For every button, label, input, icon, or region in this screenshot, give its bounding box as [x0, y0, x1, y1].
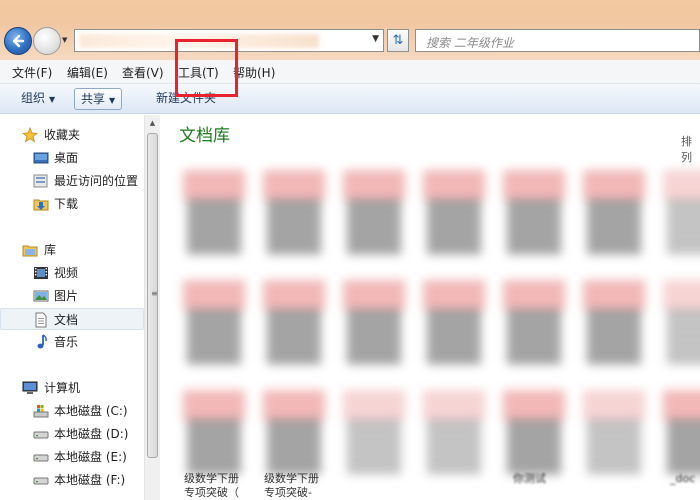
file-name-label: 级数学下册 专项突破（ [184, 472, 239, 499]
nav-pictures[interactable]: 图片 [0, 285, 144, 307]
file-name-label: _doc [670, 472, 696, 485]
library-title: 文档库 [179, 126, 230, 146]
system-drive-icon [33, 405, 49, 418]
file-thumbnail[interactable] [183, 390, 245, 480]
file-thumbnail[interactable] [183, 170, 245, 260]
nav-disk-f[interactable]: 本地磁盘 (F:) [0, 469, 144, 491]
file-thumbnail[interactable] [343, 280, 405, 370]
nav-disk-c-label: 本地磁盘 (C:) [54, 404, 128, 418]
file-name-label: 你测试 [513, 472, 546, 485]
nav-favorites-label: 收藏夹 [44, 128, 81, 142]
file-thumbnail[interactable] [503, 170, 565, 260]
file-thumbnail[interactable] [343, 390, 405, 480]
file-thumbnail[interactable] [663, 280, 700, 370]
arrange-by-label[interactable]: 排列 [681, 133, 700, 165]
file-thumbnail[interactable] [663, 170, 700, 260]
menu-view[interactable]: 查看(V) [122, 64, 164, 81]
nav-recent-label: 最近访问的位置 [54, 174, 139, 188]
file-thumbnail[interactable] [583, 170, 645, 260]
file-thumbnail[interactable] [503, 390, 565, 480]
file-name-label: 级数学下册 专项突破- [264, 472, 319, 499]
star-icon [22, 127, 38, 143]
nav-documents[interactable]: 文档 [0, 308, 144, 330]
chevron-down-icon: ▼ [109, 96, 116, 105]
back-arrow-icon [12, 34, 25, 48]
nav-downloads[interactable]: 下载 [0, 193, 144, 215]
nav-disk-c[interactable]: 本地磁盘 (C:) [0, 400, 144, 422]
nav-disk-d-label: 本地磁盘 (D:) [54, 427, 129, 441]
documents-icon [35, 312, 47, 328]
title-bar: ▼ ▼ ⇅ 搜索 二年级作业 [0, 0, 700, 60]
file-thumbnail[interactable] [423, 280, 485, 370]
nav-disk-e-label: 本地磁盘 (E:) [54, 450, 127, 464]
nav-music[interactable]: 音乐 [0, 331, 144, 353]
nav-computer[interactable]: 计算机 [0, 377, 144, 399]
nav-desktop[interactable]: 桌面 [0, 147, 144, 169]
refresh-icon: ⇅ [392, 33, 404, 48]
address-dropdown-icon[interactable]: ▼ [372, 34, 379, 44]
file-thumbnail[interactable] [503, 280, 565, 370]
music-icon [37, 334, 47, 349]
file-thumbnail[interactable] [263, 390, 325, 480]
nav-disk-e[interactable]: 本地磁盘 (E:) [0, 446, 144, 468]
nav-computer-label: 计算机 [44, 381, 81, 395]
search-input[interactable]: 搜索 二年级作业 [415, 29, 700, 52]
forward-button[interactable] [33, 27, 61, 55]
downloads-folder-icon [33, 199, 49, 211]
history-dropdown-icon[interactable]: ▼ [62, 36, 70, 44]
menu-file[interactable]: 文件(F) [12, 64, 52, 81]
menu-edit[interactable]: 编辑(E) [67, 64, 108, 81]
scroll-up-icon[interactable]: ▲ [145, 115, 160, 131]
file-thumbnail[interactable] [583, 280, 645, 370]
highlight-annotation [175, 39, 238, 97]
library-icon [22, 245, 38, 257]
nav-documents-label: 文档 [54, 313, 79, 327]
nav-pictures-label: 图片 [54, 289, 79, 303]
file-list-pane: 文档库 排列 级数学下册 专项突破（ 级数学下册 专项突破- 你测试 _doc [160, 115, 700, 500]
share-button[interactable]: 共享 ▼ [74, 88, 123, 110]
share-label: 共享 [81, 92, 106, 106]
menu-bar: 文件(F) 编辑(E) 查看(V) 工具(T) 帮助(H) [0, 60, 700, 84]
file-thumbnail[interactable] [423, 170, 485, 260]
organize-button[interactable]: 组织 ▼ [15, 88, 61, 110]
video-icon [34, 267, 48, 279]
nav-downloads-label: 下载 [54, 197, 79, 211]
scroll-grip-icon: ≡ [151, 289, 158, 298]
search-placeholder: 搜索 二年级作业 [426, 36, 514, 50]
nav-music-label: 音乐 [54, 335, 79, 349]
command-bar: 组织 ▼ 共享 ▼ 新建文件夹 [0, 84, 700, 114]
file-thumbnail[interactable] [583, 390, 645, 480]
drive-icon [33, 454, 49, 462]
nav-favorites[interactable]: 收藏夹 [0, 124, 144, 146]
nav-disk-f-label: 本地磁盘 (F:) [54, 473, 126, 487]
desktop-icon [33, 152, 49, 164]
file-thumbnail[interactable] [183, 280, 245, 370]
refresh-button[interactable]: ⇅ [387, 29, 409, 52]
nav-videos[interactable]: 视频 [0, 262, 144, 284]
nav-videos-label: 视频 [54, 266, 79, 280]
file-thumbnail[interactable] [343, 170, 405, 260]
nav-recent[interactable]: 最近访问的位置 [0, 170, 144, 192]
file-thumbnail[interactable] [263, 280, 325, 370]
drive-icon [33, 477, 49, 485]
computer-icon [22, 381, 38, 394]
pictures-icon [33, 290, 49, 302]
back-button[interactable] [4, 27, 32, 55]
nav-libraries-label: 库 [44, 243, 57, 257]
chevron-down-icon: ▼ [49, 95, 56, 104]
file-thumbnail[interactable] [663, 390, 700, 480]
nav-desktop-label: 桌面 [54, 151, 79, 165]
drive-icon [33, 431, 49, 439]
nav-disk-d[interactable]: 本地磁盘 (D:) [0, 423, 144, 445]
file-thumbnail[interactable] [423, 390, 485, 480]
nav-libraries[interactable]: 库 [0, 239, 144, 261]
recent-places-icon [33, 174, 48, 188]
navigation-pane: 收藏夹 桌面 最近访问的位置 下载 库 视频 图片 文档 音乐 计算机 本地磁盘… [0, 115, 160, 500]
menu-help[interactable]: 帮助(H) [233, 64, 275, 81]
organize-label: 组织 [21, 91, 46, 105]
file-thumbnail[interactable] [263, 170, 325, 260]
scrollbar-thumb[interactable]: ≡ [147, 133, 158, 458]
navigation-scrollbar[interactable]: ▲ ≡ [144, 115, 160, 500]
